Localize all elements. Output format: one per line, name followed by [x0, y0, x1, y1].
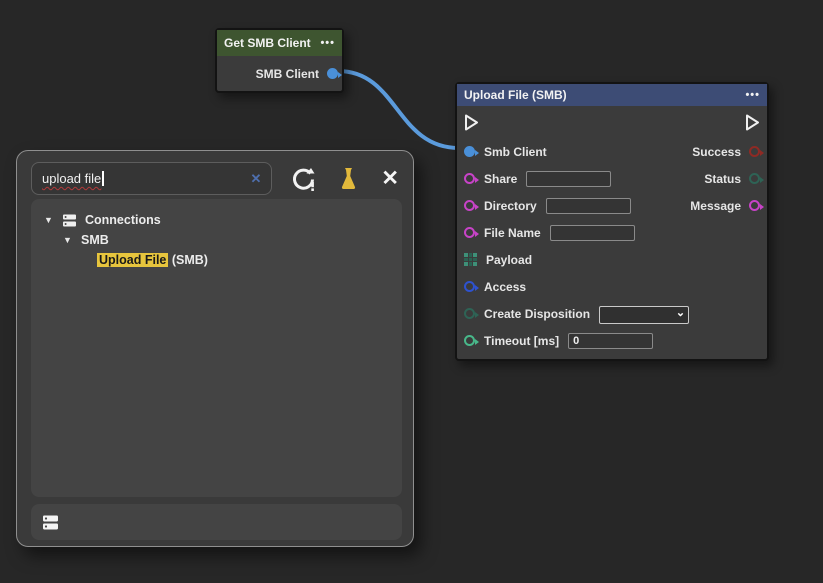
input-label: Access	[484, 280, 526, 294]
filter-flask-icon[interactable]	[336, 166, 361, 191]
tree-item-smb[interactable]: ▼ SMB	[63, 230, 402, 250]
input-label: Payload	[486, 253, 532, 267]
directory-input-port[interactable]	[464, 200, 475, 211]
message-output-port[interactable]	[749, 200, 760, 211]
search-query-text: upload file	[42, 171, 101, 186]
output-label: Message	[690, 199, 741, 213]
refresh-alert-icon[interactable]	[290, 165, 317, 192]
node-body: SMB Client	[217, 56, 342, 91]
node-header[interactable]: Get SMB Client •••	[217, 30, 342, 56]
node-upload-file-smb[interactable]: Upload File (SMB) ••• Smb Client Success…	[455, 82, 769, 361]
input-label: Timeout [ms]	[484, 334, 559, 348]
panel-bottom-bar[interactable]	[31, 504, 402, 540]
input-label: File Name	[484, 226, 541, 240]
connections-server-icon	[62, 213, 77, 228]
clear-search-icon[interactable]: ✕	[250, 172, 261, 185]
directory-field[interactable]	[546, 198, 631, 214]
flow-output-port[interactable]	[744, 113, 761, 132]
success-output-port[interactable]	[749, 146, 760, 157]
node-get-smb-client[interactable]: Get SMB Client ••• SMB Client	[215, 28, 344, 93]
create-disposition-select[interactable]	[599, 306, 689, 324]
access-input-port[interactable]	[464, 281, 475, 292]
timeout-input-port[interactable]	[464, 335, 475, 346]
flow-input-port[interactable]	[463, 113, 480, 132]
search-results-tree: ▼ Connections ▼ SMB Upload File (SMB)	[31, 199, 402, 497]
node-title: Upload File (SMB)	[464, 88, 567, 102]
node-search-panel: upload file ✕ ✕ ▼	[16, 150, 414, 547]
timeout-field[interactable]	[568, 333, 653, 349]
node-row: Payload	[457, 246, 767, 273]
node-header[interactable]: Upload File (SMB) •••	[457, 84, 767, 106]
output-port-label: SMB Client	[256, 67, 319, 81]
server-icon	[42, 514, 59, 531]
node-row: Timeout [ms]	[457, 327, 767, 354]
tree-label: Connections	[85, 213, 161, 227]
file-name-field[interactable]	[550, 225, 635, 241]
node-menu-icon[interactable]: •••	[745, 89, 760, 101]
highlighted-match-text: Upload File	[97, 253, 168, 267]
share-input-port[interactable]	[464, 173, 475, 184]
payload-grid-icon[interactable]	[464, 253, 477, 266]
text-caret	[102, 171, 104, 186]
node-row: Access	[457, 273, 767, 300]
tree-item-connections[interactable]: ▼ Connections	[44, 210, 402, 230]
tree-label-match: Upload File (SMB)	[97, 253, 208, 267]
file-name-input-port[interactable]	[464, 227, 475, 238]
share-field[interactable]	[526, 171, 611, 187]
node-title: Get SMB Client	[224, 36, 311, 50]
smb-client-output-port[interactable]	[327, 68, 338, 79]
tree-label: SMB	[81, 233, 109, 247]
flow-port-row	[457, 106, 767, 138]
status-output-port[interactable]	[749, 173, 760, 184]
node-row: Smb Client Success	[457, 138, 767, 165]
create-disposition-input-port[interactable]	[464, 308, 475, 319]
input-label: Share	[484, 172, 517, 186]
tree-item-upload-file-smb[interactable]: Upload File (SMB)	[97, 250, 402, 270]
expander-icon[interactable]: ▼	[44, 215, 54, 225]
input-label: Directory	[484, 199, 537, 213]
node-row: Share Status	[457, 165, 767, 192]
node-row: File Name	[457, 219, 767, 246]
node-menu-icon[interactable]: •••	[320, 37, 335, 49]
output-label: Success	[692, 145, 741, 159]
search-toolbar: upload file ✕ ✕	[17, 151, 413, 195]
search-input[interactable]: upload file ✕	[31, 162, 272, 195]
input-label: Create Disposition	[484, 307, 590, 321]
input-label: Smb Client	[484, 145, 547, 159]
expander-icon[interactable]: ▼	[63, 235, 73, 245]
smb-client-input-port[interactable]	[464, 146, 475, 157]
close-panel-icon[interactable]: ✕	[381, 168, 399, 189]
match-suffix-text: (SMB)	[168, 253, 208, 267]
output-label: Status	[704, 172, 741, 186]
node-row: Create Disposition ⌄	[457, 300, 767, 327]
node-row: Directory Message	[457, 192, 767, 219]
connection-wire[interactable]	[338, 71, 459, 148]
